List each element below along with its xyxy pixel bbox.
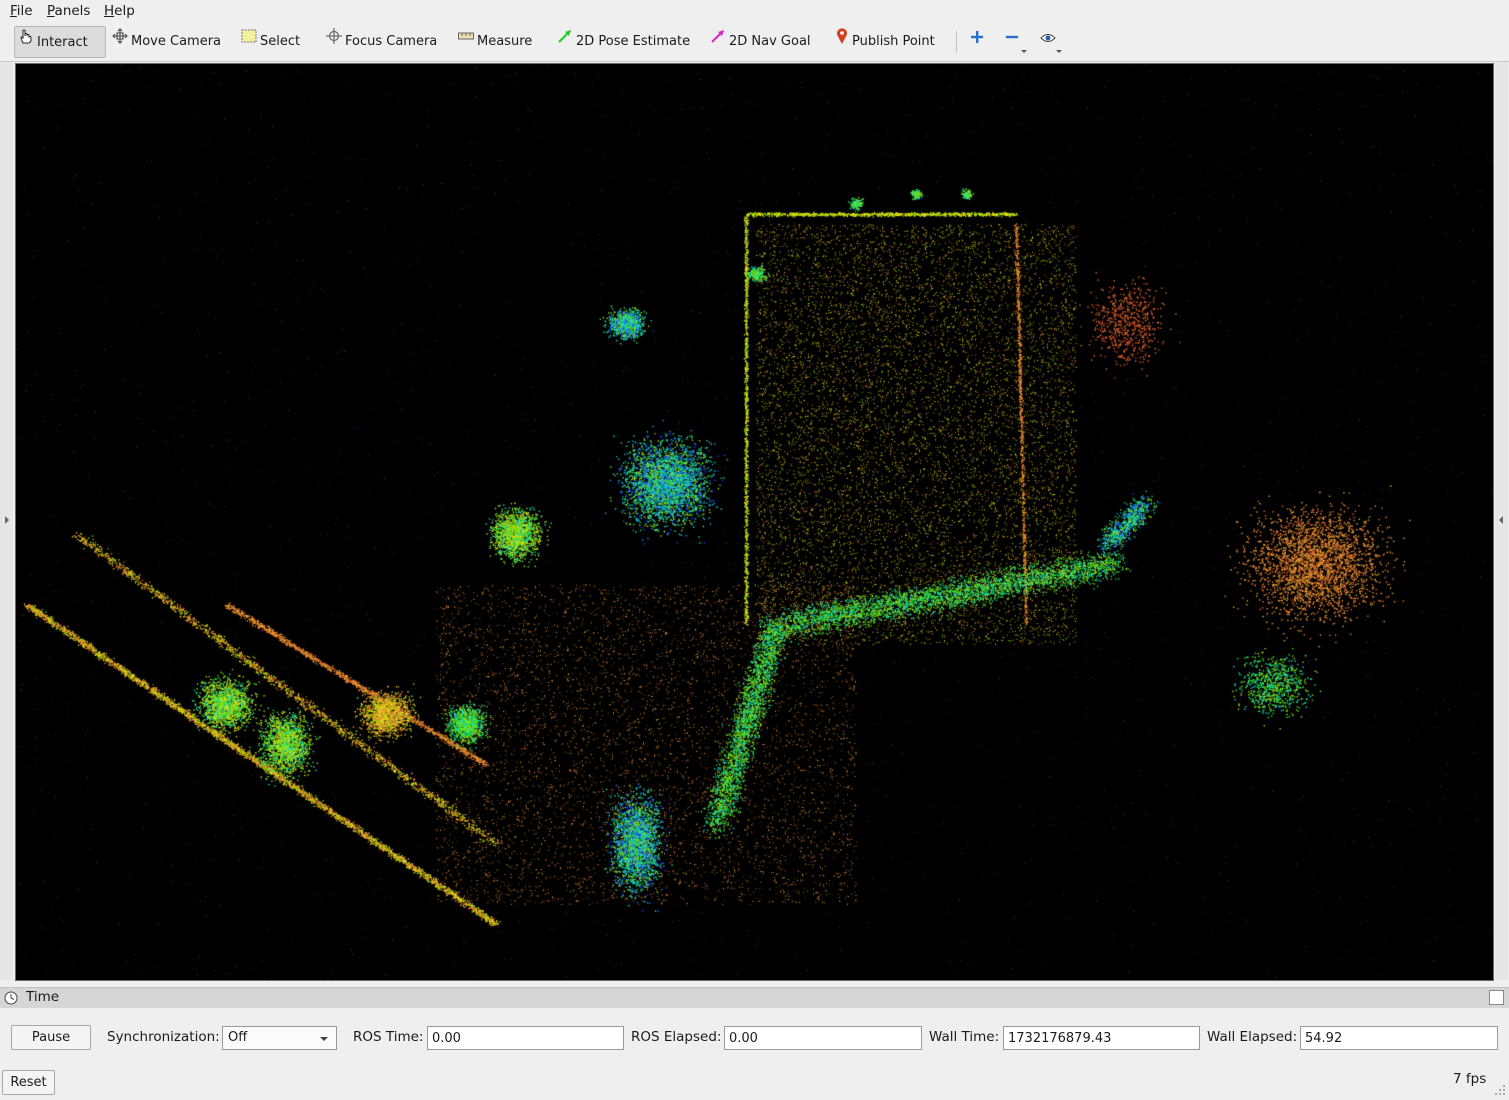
- clock-icon: [4, 991, 18, 1009]
- time-panel: Pause Synchronization: Off ROS Time: ROS…: [0, 1008, 1509, 1096]
- synchronization-value: Off: [228, 1030, 248, 1045]
- render-area: [0, 62, 1509, 982]
- tool-2d-nav-goal-button[interactable]: 2D Nav Goal: [707, 26, 811, 58]
- ros-time-label: ROS Time:: [353, 1029, 424, 1045]
- menu-panels-label: anels: [54, 3, 91, 19]
- toolbar-separator: [956, 31, 957, 53]
- tool-2d-pose-estimate-button[interactable]: 2D Pose Estimate: [554, 26, 691, 58]
- tool-move-camera-button[interactable]: Move Camera: [109, 26, 221, 58]
- 3d-viewport[interactable]: [15, 63, 1494, 981]
- view-options-dropdown-arrow: [1056, 50, 1062, 53]
- tool-measure-label: Measure: [477, 34, 533, 49]
- time-panel-header: Time: [0, 987, 1509, 1008]
- wall-elapsed-field[interactable]: [1300, 1026, 1498, 1050]
- tool-2d-nav-goal-label: 2D Nav Goal: [729, 34, 811, 49]
- tool-select-button[interactable]: Select: [238, 26, 304, 58]
- tool-2d-pose-estimate-label: 2D Pose Estimate: [576, 34, 691, 49]
- tool-interact-label: Interact: [37, 35, 88, 50]
- wall-time-field[interactable]: [1003, 1026, 1200, 1050]
- reset-button[interactable]: Reset: [2, 1070, 55, 1095]
- left-dock-handle[interactable]: [0, 62, 13, 980]
- remove-tool-dropdown-arrow: [1021, 50, 1027, 53]
- map-pin-icon: [834, 26, 850, 58]
- right-dock-handle[interactable]: [1495, 62, 1508, 980]
- tool-focus-camera-label: Focus Camera: [345, 34, 438, 49]
- tool-bar: Interact Move Camera Select Focus Camera…: [0, 22, 1509, 62]
- pause-button[interactable]: Pause: [11, 1025, 91, 1050]
- add-tool-icon: [969, 26, 985, 58]
- select-rectangle-icon: [240, 26, 258, 58]
- tool-publish-point-label: Publish Point: [852, 34, 935, 49]
- view-options-button[interactable]: [1037, 26, 1065, 58]
- synchronization-select[interactable]: Off: [222, 1026, 337, 1050]
- ros-time-field[interactable]: [427, 1026, 624, 1050]
- expand-left-icon: [5, 516, 9, 524]
- green-arrow-icon: [556, 26, 574, 58]
- time-panel-title: Time: [26, 989, 60, 1005]
- remove-tool-button[interactable]: [1002, 26, 1030, 58]
- crosshair-icon: [325, 26, 343, 58]
- tool-publish-point-button[interactable]: Publish Point: [832, 26, 936, 58]
- menu-panels-mnemonic: P: [47, 3, 55, 19]
- tool-focus-camera-button[interactable]: Focus Camera: [323, 26, 438, 58]
- view-eye-icon: [1039, 26, 1057, 58]
- wall-elapsed-label: Wall Elapsed:: [1207, 1029, 1298, 1045]
- ros-elapsed-label: ROS Elapsed:: [631, 1029, 722, 1045]
- menu-file-label: ile: [16, 3, 33, 19]
- menu-help[interactable]: Help: [101, 2, 138, 20]
- float-panel-icon[interactable]: [1489, 990, 1504, 1005]
- tool-measure-button[interactable]: Measure: [455, 26, 535, 58]
- point-cloud-canvas[interactable]: [16, 64, 1493, 980]
- menu-help-label: elp: [114, 3, 135, 19]
- ros-elapsed-field[interactable]: [724, 1026, 922, 1050]
- tool-interact-button[interactable]: Interact: [14, 26, 106, 58]
- menu-bar: File Panels Help: [0, 0, 1509, 22]
- ruler-icon: [457, 26, 475, 58]
- fps-readout: 7 fps: [1453, 1071, 1487, 1087]
- magenta-arrow-icon: [709, 26, 727, 58]
- hand-pointer-icon: [17, 27, 35, 59]
- menu-help-mnemonic: H: [104, 3, 115, 19]
- expand-right-icon: [1499, 516, 1503, 524]
- remove-tool-icon: [1004, 26, 1020, 58]
- tool-select-label: Select: [260, 34, 301, 49]
- menu-panels[interactable]: Panels: [44, 2, 93, 20]
- move-arrows-icon: [111, 26, 129, 58]
- synchronization-label: Synchronization:: [107, 1029, 220, 1045]
- resize-grip-icon[interactable]: [1494, 1084, 1506, 1096]
- tool-move-camera-label: Move Camera: [131, 34, 222, 49]
- wall-time-label: Wall Time:: [929, 1029, 1000, 1045]
- chevron-down-icon: [320, 1037, 328, 1041]
- menu-file[interactable]: File: [7, 2, 36, 20]
- menu-file-mnemonic: F: [10, 3, 17, 19]
- add-tool-button[interactable]: [967, 26, 989, 58]
